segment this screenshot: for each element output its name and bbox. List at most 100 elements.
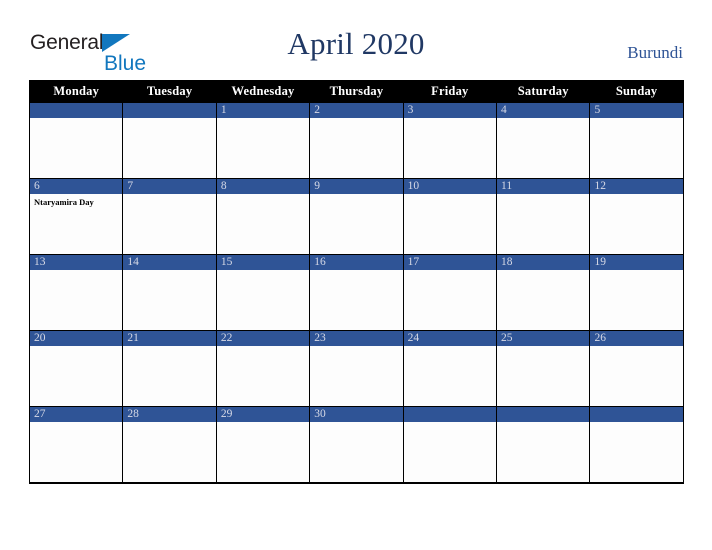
calendar-day-cell[interactable]: 7	[122, 178, 217, 255]
day-number	[30, 103, 123, 118]
day-events	[310, 118, 402, 178]
day-number: 15	[216, 255, 310, 270]
calendar-day-cell[interactable]: 21	[122, 330, 217, 407]
day-events	[123, 118, 215, 178]
calendar-day-cell[interactable]: 5	[589, 102, 684, 179]
day-events	[310, 194, 402, 254]
calendar-empty-cell[interactable]	[122, 102, 217, 179]
day-events: Ntaryamira Day	[30, 194, 122, 254]
calendar-day-cell[interactable]: 17	[402, 254, 498, 331]
country-label: Burundi	[627, 43, 683, 62]
day-number: 9	[310, 179, 403, 194]
day-number	[123, 103, 216, 118]
weekday-header-friday: Friday	[402, 80, 498, 103]
calendar-empty-cell[interactable]	[496, 406, 591, 484]
day-number	[590, 407, 683, 422]
calendar-day-cell[interactable]: 8	[215, 178, 311, 255]
calendar-week-row: 6 Ntaryamira Day 7 8 9 10 11 12	[28, 178, 684, 255]
calendar-day-cell[interactable]: 14	[122, 254, 217, 331]
day-number: 26	[590, 331, 683, 346]
calendar-day-cell[interactable]: 4	[496, 102, 591, 179]
calendar-day-cell[interactable]: 9	[309, 178, 404, 255]
calendar-day-cell[interactable]: 22	[215, 330, 311, 407]
calendar-day-cell[interactable]: 20	[28, 330, 124, 407]
calendar-day-cell[interactable]: 18	[496, 254, 591, 331]
day-number: 11	[497, 179, 590, 194]
weekday-header-monday: Monday	[28, 80, 124, 103]
day-events	[310, 270, 402, 330]
day-events	[217, 118, 309, 178]
calendar-day-cell[interactable]: 26	[589, 330, 684, 407]
day-events	[217, 270, 309, 330]
day-events	[30, 118, 122, 178]
calendar-day-cell[interactable]: 13	[28, 254, 124, 331]
day-events	[217, 194, 309, 254]
day-number: 6	[30, 179, 123, 194]
calendar-day-cell[interactable]: 29	[215, 406, 311, 484]
calendar-day-cell[interactable]: 2	[309, 102, 404, 179]
day-number: 18	[497, 255, 590, 270]
calendar-week-row: 27 28 29 30	[28, 406, 684, 484]
day-number: 22	[216, 331, 310, 346]
page-title: April 2020	[287, 26, 425, 61]
day-number: 27	[30, 407, 123, 422]
calendar-body: 1 2 3 4 5 6 Ntaryamira Day 7 8 9 10 11 12 13 14 15 16 17 1…	[28, 102, 684, 484]
day-events	[123, 422, 215, 482]
day-number: 3	[403, 103, 497, 118]
day-number: 2	[310, 103, 403, 118]
day-events	[497, 422, 589, 482]
calendar-empty-cell[interactable]	[28, 102, 124, 179]
day-number: 23	[310, 331, 403, 346]
calendar-day-cell[interactable]: 19	[589, 254, 684, 331]
calendar-day-cell[interactable]: 25	[496, 330, 591, 407]
day-number: 16	[310, 255, 403, 270]
day-number: 21	[123, 331, 216, 346]
day-number: 5	[590, 103, 683, 118]
day-events	[404, 270, 496, 330]
day-events	[123, 270, 215, 330]
day-number	[497, 407, 590, 422]
day-number: 14	[123, 255, 216, 270]
day-events	[30, 270, 122, 330]
weekday-header-sunday: Sunday	[589, 80, 684, 103]
day-events	[590, 118, 682, 178]
calendar-day-cell[interactable]: 23	[309, 330, 404, 407]
calendar-day-cell[interactable]: 28	[122, 406, 217, 484]
calendar-week-row: 20 21 22 23 24 25 26	[28, 330, 684, 407]
calendar-day-cell[interactable]: 1	[215, 102, 311, 179]
day-events	[30, 422, 122, 482]
day-number: 17	[403, 255, 497, 270]
calendar-day-cell[interactable]: 24	[402, 330, 498, 407]
day-events	[404, 194, 496, 254]
calendar-day-cell[interactable]: 12	[589, 178, 684, 255]
day-events	[404, 346, 496, 406]
calendar-day-cell[interactable]: 27	[28, 406, 124, 484]
day-number: 30	[310, 407, 403, 422]
day-number: 7	[123, 179, 216, 194]
day-events	[30, 346, 122, 406]
day-events	[497, 194, 589, 254]
weekday-header-row: Monday Tuesday Wednesday Thursday Friday…	[28, 80, 684, 103]
calendar-day-cell[interactable]: 10	[402, 178, 498, 255]
calendar-empty-cell[interactable]	[589, 406, 684, 484]
page-header: General Blue April 2020 Burundi	[0, 0, 712, 78]
calendar-day-cell[interactable]: 6 Ntaryamira Day	[28, 178, 124, 255]
calendar-day-cell[interactable]: 3	[402, 102, 498, 179]
day-events	[590, 270, 682, 330]
day-number: 19	[590, 255, 683, 270]
day-number: 28	[123, 407, 216, 422]
day-number: 1	[216, 103, 310, 118]
calendar-day-cell[interactable]: 16	[309, 254, 404, 331]
day-number: 8	[216, 179, 310, 194]
calendar-day-cell[interactable]: 15	[215, 254, 311, 331]
day-number: 12	[590, 179, 683, 194]
day-events	[217, 422, 309, 482]
day-events	[497, 118, 589, 178]
calendar-empty-cell[interactable]	[402, 406, 498, 484]
day-number: 4	[497, 103, 590, 118]
day-events	[590, 194, 682, 254]
calendar-day-cell[interactable]: 30	[309, 406, 404, 484]
calendar-day-cell[interactable]: 11	[496, 178, 591, 255]
calendar-week-row: 13 14 15 16 17 18 19	[28, 254, 684, 331]
day-number: 20	[30, 331, 123, 346]
